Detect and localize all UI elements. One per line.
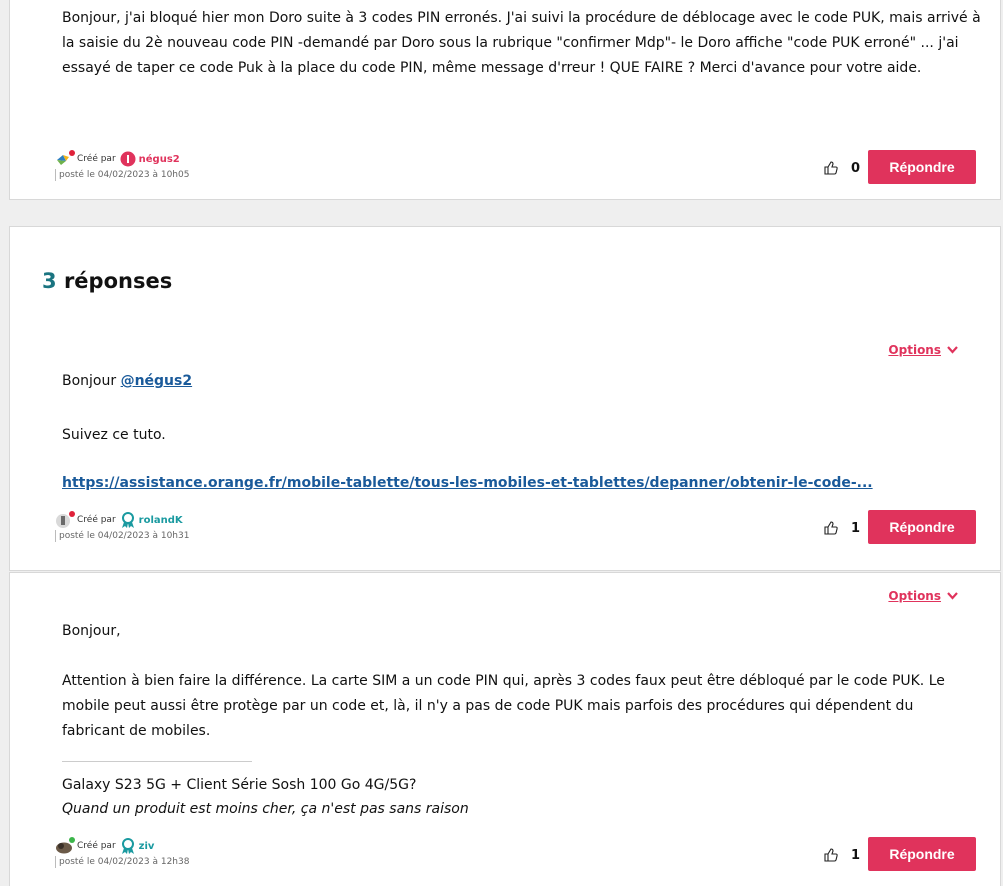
- created-by-label: Créé par: [77, 515, 116, 525]
- reply1-link-row: https://assistance.orange.fr/mobile-tabl…: [62, 471, 962, 496]
- posted-date: posté le 04/02/2023 à 10h31: [55, 530, 189, 542]
- thumbs-up-icon[interactable]: [823, 160, 839, 176]
- reply1-meta: Créé par rolandK posté le 04/02/2023 à 1…: [55, 511, 189, 542]
- author-name: négus2: [138, 153, 180, 165]
- vote-area: 1: [823, 847, 860, 863]
- replies-heading: 3 réponses: [42, 269, 172, 293]
- signature-quote: Quand un produit est moins cher, ça n'es…: [62, 801, 469, 817]
- options-label: Options: [888, 589, 941, 603]
- online-dot: [69, 837, 75, 843]
- created-by-label: Créé par: [77, 154, 116, 164]
- mention-link[interactable]: @négus2: [121, 373, 193, 389]
- author-link[interactable]: ziv: [120, 837, 155, 855]
- author-link[interactable]: rolandK: [120, 511, 183, 529]
- posted-date: posté le 04/02/2023 à 12h38: [55, 856, 189, 868]
- question-body: Bonjour, j'ai bloqué hier mon Doro suite…: [62, 10, 981, 76]
- question-meta: Créé par négus2 posté le 04/02/2023 à 10…: [55, 150, 189, 181]
- vote-area: 0: [823, 160, 860, 176]
- author-name: ziv: [138, 840, 155, 852]
- replies-label: réponses: [63, 269, 173, 293]
- reply1-line: Suivez ce tuto.: [62, 427, 166, 443]
- vote-count: 1: [850, 520, 860, 536]
- chevron-down-icon: [947, 592, 958, 600]
- author-link[interactable]: négus2: [120, 151, 180, 167]
- options-menu[interactable]: Options: [888, 343, 958, 357]
- options-menu[interactable]: Options: [888, 589, 958, 603]
- reply2-body: Attention à bien faire la différence. La…: [62, 673, 945, 739]
- options-label: Options: [888, 343, 941, 357]
- reply-button[interactable]: Répondre: [868, 150, 976, 184]
- thumbs-up-icon[interactable]: [823, 520, 839, 536]
- community-avatar-icon: [55, 150, 75, 167]
- thumbs-up-icon[interactable]: [823, 847, 839, 863]
- reply2-meta: Créé par ziv posté le 04/02/2023 à 12h38: [55, 837, 189, 868]
- community-avatar-icon: [55, 511, 75, 528]
- reply-button[interactable]: Répondre: [868, 510, 976, 544]
- rank-ribbon-icon: [121, 837, 134, 854]
- replies-count: 3: [42, 269, 57, 293]
- signature-divider: [62, 761, 252, 762]
- posted-date: posté le 04/02/2023 à 10h05: [55, 169, 189, 181]
- replies-card: 3 réponses Options Bonjour @négus2 Suive…: [9, 226, 1001, 571]
- question-card: Bonjour, j'ai bloqué hier mon Doro suite…: [9, 0, 1001, 200]
- rank-badge-icon: [120, 151, 136, 167]
- chevron-down-icon: [947, 346, 958, 354]
- tutorial-link[interactable]: https://assistance.orange.fr/mobile-tabl…: [62, 475, 873, 491]
- reply1-greeting: Bonjour @négus2: [62, 373, 193, 389]
- vote-count: 1: [850, 847, 860, 863]
- created-by-label: Créé par: [77, 841, 116, 851]
- notification-dot: [69, 511, 75, 517]
- signature-line: Galaxy S23 5G + Client Série Sosh 100 Go…: [62, 777, 417, 793]
- notification-dot: [69, 150, 75, 156]
- vote-count: 0: [850, 160, 860, 176]
- author-name: rolandK: [138, 514, 183, 526]
- vote-area: 1: [823, 520, 860, 536]
- reply2-greeting: Bonjour,: [62, 623, 121, 639]
- reply-card: Options Bonjour, Attention à bien faire …: [9, 572, 1001, 886]
- user-avatar: [55, 837, 75, 854]
- reply-button[interactable]: Répondre: [868, 837, 976, 871]
- rank-ribbon-icon: [121, 511, 134, 528]
